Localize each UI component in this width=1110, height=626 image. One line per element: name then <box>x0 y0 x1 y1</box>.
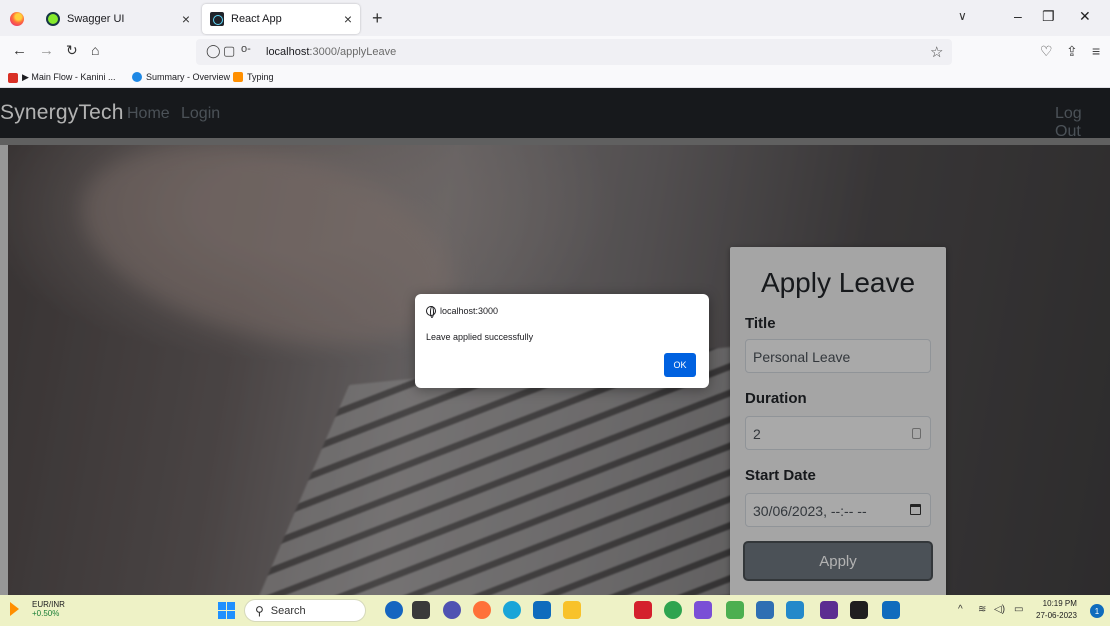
minimize-icon[interactable]: – <box>1014 8 1022 24</box>
page-icon[interactable]: ▢ <box>223 43 235 59</box>
photos-icon[interactable] <box>882 601 900 619</box>
stock-name: EUR/INR <box>32 600 65 609</box>
react-icon <box>210 12 224 26</box>
bookmark-item[interactable]: Summary - Overview <box>132 72 230 82</box>
firefox-taskbar-icon[interactable] <box>473 601 491 619</box>
battery-icon[interactable]: ▭ <box>1014 604 1023 615</box>
stock-change: +0.50% <box>32 609 60 618</box>
notification-badge[interactable]: 1 <box>1090 604 1104 618</box>
bookmark-icon <box>132 72 142 82</box>
swagger-icon <box>46 12 60 26</box>
teams-icon[interactable] <box>443 601 461 619</box>
close-window-icon[interactable]: ✕ <box>1079 8 1091 25</box>
bookmark-label: Summary - Overview <box>146 72 231 82</box>
globe-icon <box>426 306 436 318</box>
bookmark-star-icon[interactable]: ☆ <box>930 43 943 61</box>
alert-origin-text: localhost:3000 <box>440 306 499 316</box>
system-clock[interactable]: 10:19 PM 27-06-2023 <box>1036 598 1077 622</box>
bookmark-item[interactable]: Typing <box>233 72 274 82</box>
file-explorer-icon[interactable] <box>563 601 581 619</box>
tab-swagger-ui[interactable]: Swagger UI × <box>38 4 198 34</box>
volume-icon[interactable]: ◁) <box>994 604 1005 615</box>
tab-title: React App <box>231 13 282 25</box>
wifi-icon[interactable]: ≋ <box>978 604 986 615</box>
forward-icon[interactable]: → <box>39 42 54 59</box>
shield-icon[interactable]: ◯ <box>206 43 221 59</box>
firefox-icon[interactable] <box>10 12 24 26</box>
url-path: :3000/applyLeave <box>309 46 397 58</box>
visual-studio-icon[interactable] <box>694 601 712 619</box>
bookmark-icon <box>233 72 243 82</box>
clock-date: 27-06-2023 <box>1036 611 1077 620</box>
edge-icon[interactable] <box>503 601 521 619</box>
excel-icon[interactable] <box>726 601 744 619</box>
share-icon[interactable]: ⇪ <box>1066 43 1078 60</box>
reload-icon[interactable]: ↻ <box>66 42 78 59</box>
wps-icon[interactable] <box>634 601 652 619</box>
stock-arrow-icon <box>8 600 28 618</box>
bookmark-icon <box>8 72 18 83</box>
restore-icon[interactable]: ❐ <box>1042 8 1055 25</box>
clock-time: 10:19 PM <box>1042 599 1077 608</box>
vscode-icon[interactable] <box>786 601 804 619</box>
taskbar-search[interactable]: ⚲ Search <box>244 599 366 622</box>
address-bar[interactable]: ◯ ▢ o- localhost:3000/applyLeave <box>196 39 952 65</box>
list-tabs-chevron-icon[interactable]: ∨ <box>958 9 967 23</box>
task-view-icon[interactable] <box>412 601 430 619</box>
url-text[interactable]: localhost:3000/applyLeave <box>266 46 396 58</box>
mail-icon[interactable] <box>533 601 551 619</box>
close-tab-icon[interactable]: × <box>182 11 190 27</box>
tab-react-app[interactable]: React App × <box>202 4 360 34</box>
url-host: localhost <box>266 46 310 58</box>
close-tab-icon[interactable]: × <box>344 11 352 27</box>
start-button-icon[interactable] <box>218 602 235 619</box>
bing-icon[interactable] <box>385 601 403 619</box>
bookmark-label: ▶ Main Flow - Kanini ... <box>22 72 116 82</box>
key-icon[interactable]: o- <box>241 43 251 55</box>
new-tab-icon[interactable]: + <box>372 8 383 29</box>
chrome-icon[interactable] <box>664 601 682 619</box>
cmd-icon[interactable] <box>850 601 868 619</box>
notepad-icon[interactable] <box>756 601 774 619</box>
tab-title: Swagger UI <box>67 13 125 25</box>
bookmark-label: Typing <box>247 72 274 82</box>
alert-message: Leave applied successfully <box>426 332 534 342</box>
home-icon[interactable]: ⌂ <box>91 42 99 58</box>
tray-chevron-icon[interactable]: ^ <box>958 604 963 615</box>
search-icon: ⚲ <box>255 603 264 618</box>
terminal-icon[interactable] <box>820 601 838 619</box>
ok-button[interactable]: OK <box>664 353 696 377</box>
browser-tab-bar: Swagger UI × React App × + ∨ – ❐ ✕ <box>0 0 1110 36</box>
stock-widget[interactable]: EUR/INR +0.50% <box>8 600 65 618</box>
back-icon[interactable]: ← <box>12 42 27 59</box>
windows-taskbar: EUR/INR +0.50% ⚲ Search ^ ≋ ◁) ▭ 10:19 P… <box>0 595 1110 626</box>
menu-icon[interactable]: ≡ <box>1092 43 1100 59</box>
alert-origin: localhost:3000 <box>426 306 499 318</box>
search-placeholder: Search <box>270 604 306 617</box>
browser-toolbar: ← → ↻ ⌂ ◯ ▢ o- localhost:3000/applyLeave… <box>0 36 1110 68</box>
bookmarks-bar: ▶ Main Flow - Kanini ... Summary - Overv… <box>0 68 1110 88</box>
bookmark-item[interactable]: ▶ Main Flow - Kanini ... <box>8 72 115 83</box>
pocket-icon[interactable]: ♡ <box>1040 43 1053 60</box>
